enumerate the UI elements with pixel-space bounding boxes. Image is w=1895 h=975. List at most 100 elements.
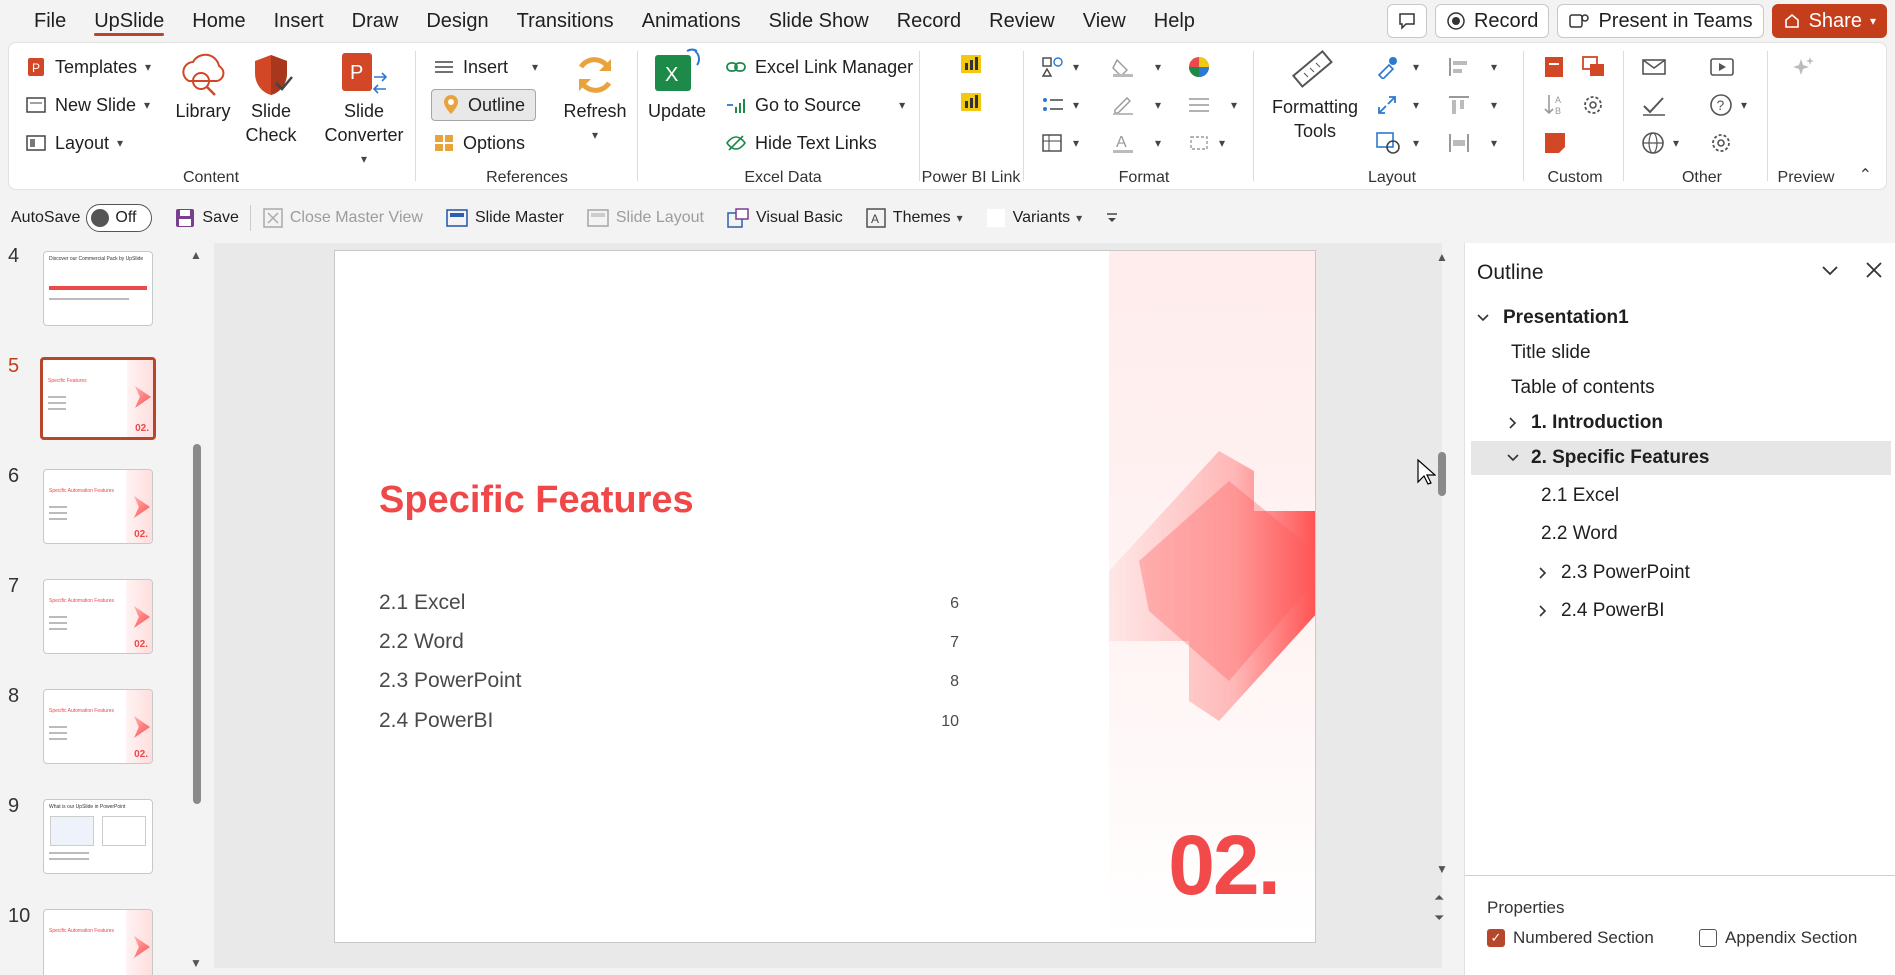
tab-insert[interactable]: Insert [260,0,338,42]
tree-item-title-slide[interactable]: Title slide [1471,336,1891,370]
slide-thumbnail-9[interactable]: What is our UpSlide in PowerPoint [43,799,153,874]
size-button[interactable]: ▾ [1187,127,1225,159]
tree-item-powerpoint[interactable]: 2.3 PowerPoint [1471,556,1891,590]
sticky-note-button[interactable] [1543,127,1567,159]
align-text-button[interactable]: ▾ [1187,89,1237,121]
slide-thumbnail-8[interactable]: Specific Automation Features 02. [43,689,153,764]
line-color-button[interactable]: ▾ [1111,89,1161,121]
customize-qat-button[interactable] [1093,196,1131,240]
library-button[interactable]: Library [169,51,237,123]
color-palette-button[interactable] [1187,51,1211,83]
current-slide[interactable]: Specific Features 2.1 Excel 6 2.2 Word 7 2… [334,250,1316,943]
autosave-toggle[interactable]: AutoSave Off [0,196,163,240]
other-settings-button[interactable] [1709,127,1733,159]
tab-help[interactable]: Help [1140,0,1209,42]
hide-text-links-button[interactable]: Hide Text Links [725,127,877,159]
check-button[interactable] [1641,89,1667,121]
tab-slide-show[interactable]: Slide Show [755,0,883,42]
numbered-section-checkbox[interactable]: ✓ Numbered Section [1487,928,1654,948]
save-button[interactable]: Save [163,196,249,240]
tab-design[interactable]: Design [412,0,502,42]
templates-button[interactable]: P Templates ▾ [25,51,151,83]
font-color-button[interactable]: A ▾ [1111,127,1161,159]
table-button[interactable]: ▾ [1041,127,1079,159]
insert-reference-button[interactable]: Insert ▾ [433,51,538,83]
custom-settings-button[interactable] [1581,89,1605,121]
distribute-button[interactable]: ▾ [1447,127,1497,159]
appendix-section-checkbox[interactable]: Appendix Section [1699,928,1857,948]
scroll-up-icon[interactable]: ▲ [190,248,202,262]
eyedropper-button[interactable]: ▾ [1375,51,1419,83]
scrollbar-thumb[interactable] [1438,452,1446,496]
custom-slide-button[interactable] [1543,51,1567,83]
resize-shapes-button[interactable]: ▾ [1375,89,1419,121]
tab-home[interactable]: Home [178,0,259,42]
autosave-switch[interactable]: Off [86,204,153,232]
tab-draw[interactable]: Draw [338,0,413,42]
previous-slide-icon[interactable]: ⏶ [1434,890,1444,906]
tree-item-powerbi[interactable]: 2.4 PowerBI [1471,594,1891,628]
scroll-up-icon[interactable]: ▲ [1436,250,1448,264]
fill-color-button[interactable]: ▾ [1111,51,1161,83]
options-button[interactable]: Options [433,127,525,159]
tab-file[interactable]: File [20,0,80,42]
scroll-down-icon[interactable]: ▼ [190,956,202,970]
preview-button[interactable] [1791,51,1815,83]
slide-thumbnail-10[interactable]: Specific Automation Features [43,909,153,975]
variants-button[interactable]: Variants ▾ [974,196,1094,240]
new-slide-button[interactable]: New Slide ▾ [25,89,150,121]
tab-view[interactable]: View [1069,0,1140,42]
slide-converter-button[interactable]: P Slide Converter ▾ [319,51,409,171]
tree-item-excel[interactable]: 2.1 Excel [1471,479,1891,513]
slide-thumbnail-6[interactable]: Specific Automation Features 02. [43,469,153,544]
video-button[interactable] [1709,51,1735,83]
slide-check-button[interactable]: Slide Check [237,51,305,147]
powerbi-update-button[interactable] [959,85,983,117]
slide-layout-button[interactable]: Slide Layout [575,196,715,240]
tab-review[interactable]: Review [975,0,1069,42]
tab-upslide[interactable]: UpSlide [80,0,178,42]
powerbi-insert-button[interactable] [959,47,983,79]
shape-style-button[interactable]: ▾ [1375,127,1419,159]
slide-thumbnail-4[interactable]: Discover our Commercial Pack by UpSlide [43,251,153,326]
thumbnails-scrollbar[interactable]: ▲ ▼ [190,248,202,970]
go-to-source-button[interactable]: Go to Source ▾ [725,89,905,121]
align-top-button[interactable]: ▾ [1447,89,1497,121]
tree-item-table-of-contents[interactable]: Table of contents [1471,371,1891,405]
shapes-button[interactable]: ▾ [1041,51,1079,83]
tree-item-introduction[interactable]: 1. Introduction [1471,406,1891,440]
formatting-tools-button[interactable]: Formatting Tools [1267,47,1363,143]
update-button[interactable]: X Update [645,45,709,123]
tree-item-presentation[interactable]: Presentation1 [1471,301,1891,335]
tab-transitions[interactable]: Transitions [503,0,628,42]
close-master-view-button[interactable]: Close Master View [251,196,434,240]
language-button[interactable]: ▾ [1641,127,1679,159]
present-in-teams-button[interactable]: Present in Teams [1557,4,1764,38]
scroll-down-icon[interactable]: ▼ [1436,862,1448,876]
tree-item-specific-features[interactable]: 2. Specific Features [1471,441,1891,475]
outline-button[interactable]: Outline [431,89,537,121]
tab-animations[interactable]: Animations [628,0,755,42]
excel-link-manager-button[interactable]: Excel Link Manager [725,51,913,83]
align-left-button[interactable]: ▾ [1447,51,1497,83]
slide-scrollbar[interactable]: ▲ ▼ ⏶ ⏷ [1434,250,1450,940]
comments-button[interactable] [1386,4,1427,38]
refresh-button[interactable]: Refresh ▾ [557,51,633,147]
slide-thumbnail-5[interactable]: Specific Features 02. [40,357,156,440]
email-button[interactable] [1641,51,1667,83]
help-button[interactable]: ? ▾ [1709,89,1747,121]
scrollbar-thumb[interactable] [193,444,201,804]
duplicate-button[interactable] [1581,51,1607,83]
share-button[interactable]: Share ▾ [1771,4,1887,38]
tab-record[interactable]: Record [883,0,975,42]
tree-item-word[interactable]: 2.2 Word [1471,517,1891,551]
close-pane-icon[interactable] [1863,259,1885,287]
slide-thumbnail-7[interactable]: Specific Automation Features 02. [43,579,153,654]
visual-basic-button[interactable]: Visual Basic [715,196,854,240]
bullets-button[interactable]: ▾ [1041,89,1079,121]
themes-button[interactable]: A Themes ▾ [854,196,974,240]
record-button[interactable]: Record [1434,4,1550,38]
slide-master-button[interactable]: Slide Master [434,196,575,240]
sort-button[interactable]: AB [1543,89,1567,121]
pane-options-icon[interactable] [1819,259,1841,287]
